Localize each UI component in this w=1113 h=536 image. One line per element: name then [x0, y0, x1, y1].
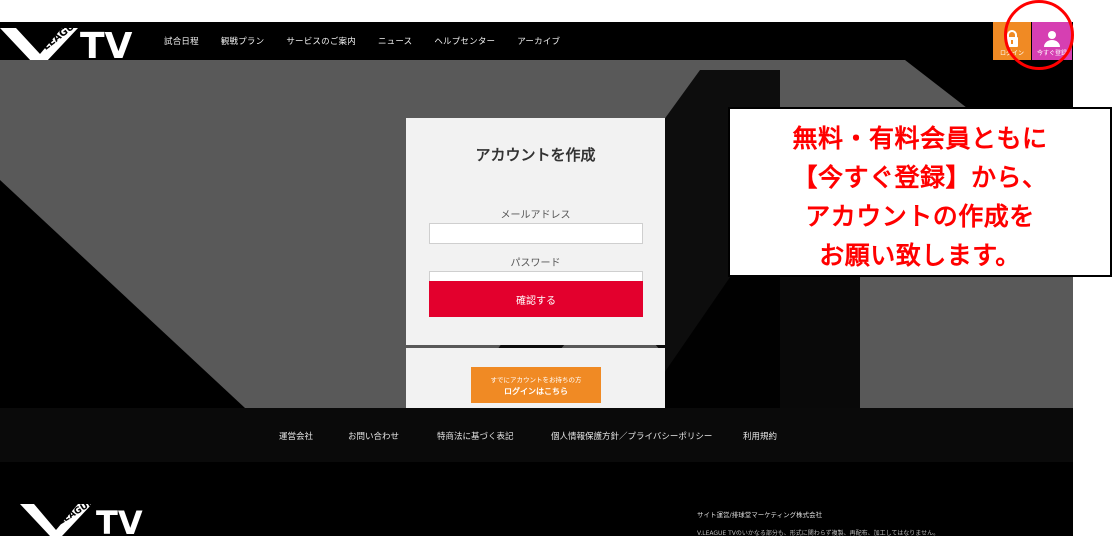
instruction-callout: 無料・有料会員ともに 【今すぐ登録】から、 アカウントの作成を お願い致します。 [728, 107, 1112, 277]
callout-line-3: アカウントの作成を [805, 202, 1035, 231]
nav-item-services[interactable]: サービスのご案内 [286, 35, 356, 47]
logo-tv-text: TV [80, 26, 133, 62]
site-footer: LEAGUE TV サイト運営/排球堂マーケティング株式会社 V.LEAGUE … [0, 462, 1073, 536]
register-now-button[interactable]: 今すぐ登録 [1032, 22, 1072, 60]
existing-account-login-text: ログインはこちら [504, 386, 568, 396]
site-header: LEAGUE TV 試合日程 観戦プラン サービスのご案内 ニュース ヘルプセン… [0, 22, 1073, 62]
footer-link-company[interactable]: 運営会社 [279, 430, 313, 442]
login-button-label: ログイン [999, 50, 1024, 57]
footer-link-contact[interactable]: お問い合わせ [348, 430, 399, 442]
footer-link-commerce-law[interactable]: 特商法に基づく表記 [437, 430, 514, 442]
register-button-label: 今すぐ登録 [1036, 50, 1067, 57]
password-label: パスワード [510, 258, 561, 269]
existing-account-login-button[interactable]: すでにアカウントをお持ちの方 ログインはこちら [471, 367, 601, 403]
form-title: アカウントを作成 [475, 146, 596, 164]
create-account-form: アカウントを作成 メールアドレス パスワード 確認する [406, 118, 665, 345]
callout-line-2: 【今すぐ登録】から、 [792, 163, 1048, 192]
operating-company: サイト運営/排球堂マーケティング株式会社 [697, 511, 823, 519]
callout-line-1: 無料・有料会員ともに [792, 124, 1048, 153]
footer-link-privacy[interactable]: 個人情報保護方針／プライバシーポリシー [551, 430, 712, 442]
nav-item-schedule[interactable]: 試合日程 [164, 35, 199, 47]
main-nav: 試合日程 観戦プラン サービスのご案内 ニュース ヘルプセンター アーカイブ [164, 22, 582, 60]
footer-logo-league-text: LEAGUE [57, 500, 96, 527]
nav-item-plans[interactable]: 観戦プラン [221, 35, 265, 47]
copyright-notice: V.LEAGUE TVのいかなる部分も、形式に関わらず複製、再配布、加工してはな… [697, 530, 940, 536]
logo-league-text: LEAGUE [41, 22, 83, 53]
browser-viewport: LEAGUE TV 試合日程 観戦プラン サービスのご案内 ニュース ヘルプセン… [0, 22, 1073, 536]
vleague-tv-logo[interactable]: LEAGUE TV [0, 22, 150, 62]
existing-account-panel: すでにアカウントをお持ちの方 ログインはこちら [406, 348, 665, 408]
nav-item-news[interactable]: ニュース [378, 35, 412, 47]
footer-vleague-tv-logo: LEAGUE TV [20, 500, 143, 536]
footer-logo-tv-text: TV [96, 504, 143, 536]
login-button[interactable]: ログイン [993, 22, 1031, 60]
callout-line-4: お願い致します。 [819, 241, 1021, 270]
lock-icon [1006, 30, 1018, 47]
footer-links: 運営会社 お問い合わせ 特商法に基づく表記 個人情報保護方針／プライバシーポリシ… [0, 408, 1073, 462]
footer-link-terms[interactable]: 利用規約 [743, 430, 777, 442]
nav-item-archive[interactable]: アーカイブ [517, 35, 560, 47]
user-icon [1044, 31, 1060, 47]
existing-account-text: すでにアカウントをお持ちの方 [490, 376, 582, 384]
confirm-button[interactable]: 確認する [429, 281, 643, 317]
nav-item-help[interactable]: ヘルプセンター [434, 35, 495, 47]
email-input[interactable] [429, 223, 643, 244]
email-label: メールアドレス [500, 210, 571, 221]
